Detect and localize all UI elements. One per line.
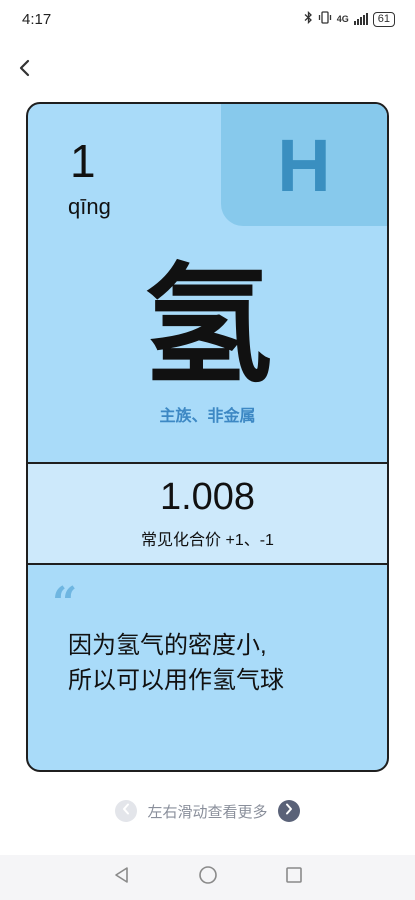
- nav-back-button[interactable]: [110, 866, 134, 890]
- atomic-mass: 1.008: [159, 476, 256, 518]
- back-button[interactable]: [12, 58, 36, 82]
- nav-home-icon: [198, 865, 218, 890]
- atomic-number: 1: [70, 135, 96, 187]
- vibrate-icon: [318, 11, 332, 27]
- back-chevron-icon: [18, 59, 30, 82]
- symbol-box: H: [221, 104, 387, 226]
- system-nav-bar: [0, 855, 415, 900]
- nav-recents-icon: [285, 866, 303, 889]
- element-symbol: H: [277, 123, 331, 207]
- pinyin: qīng: [68, 194, 111, 219]
- fact-text: 因为氢气的密度小, 所以可以用作氢气球: [68, 628, 368, 698]
- element-hanzi: 氢: [142, 253, 273, 399]
- swipe-hint: 左右滑动查看更多: [0, 800, 415, 822]
- element-card[interactable]: 1 qīng H 氢 主族、非金属 1.008 常见化合价 +1、-1 “ 因为…: [26, 102, 389, 772]
- next-button[interactable]: [277, 800, 300, 822]
- nav-recents-button[interactable]: [282, 866, 306, 890]
- network-type: 4G: [336, 14, 349, 24]
- fact-line: 因为氢气的密度小,: [68, 632, 267, 659]
- status-time: 4:17: [22, 11, 52, 28]
- next-arrow-icon: [285, 802, 293, 820]
- element-category: 主族、非金属: [159, 408, 256, 425]
- nav-back-icon: [113, 866, 131, 889]
- quote-icon: “: [52, 578, 78, 629]
- swipe-hint-text: 左右滑动查看更多: [147, 803, 268, 821]
- bluetooth-icon: [304, 10, 313, 27]
- valence: 常见化合价 +1、-1: [141, 532, 274, 549]
- signal-icon: [353, 13, 368, 25]
- status-icons: 4G 61: [304, 10, 395, 27]
- fact-line: 所以可以用作氢气球: [68, 667, 284, 694]
- status-bar: 4:17 4G 61: [0, 0, 415, 40]
- battery-icon: 61: [372, 11, 395, 27]
- prev-arrow-icon: [122, 802, 130, 820]
- mass-band: 1.008 常见化合价 +1、-1: [28, 462, 387, 565]
- nav-home-button[interactable]: [196, 866, 220, 890]
- prev-button[interactable]: [115, 800, 138, 822]
